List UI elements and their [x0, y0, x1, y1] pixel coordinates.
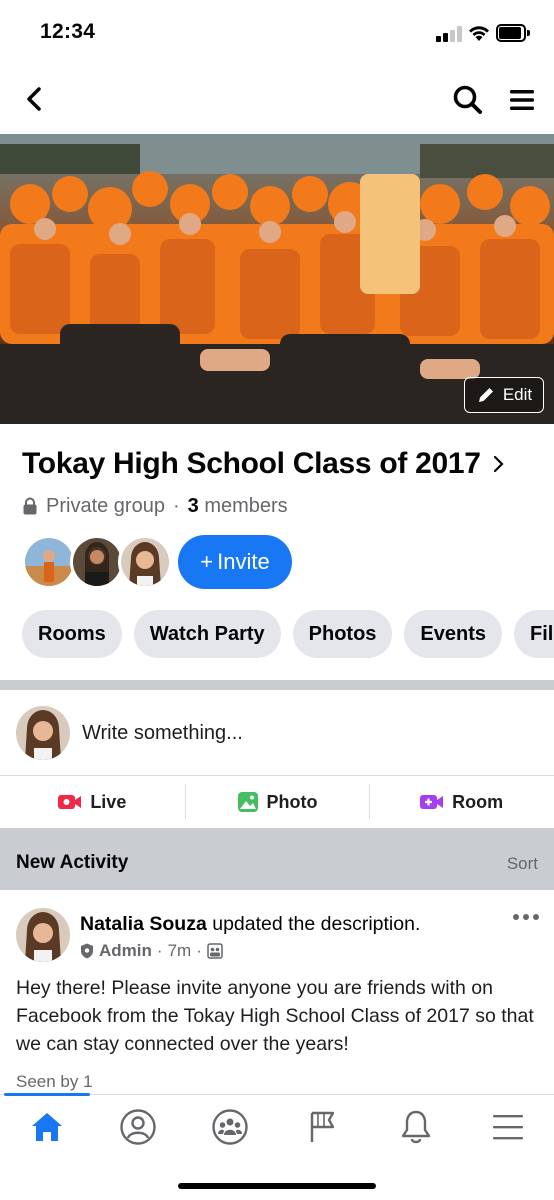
admin-shield-icon	[81, 943, 93, 959]
notifications-bell-icon	[401, 1110, 431, 1144]
post-role: Admin	[99, 941, 152, 960]
tab-home[interactable]	[27, 1107, 67, 1147]
group-audience-icon	[207, 943, 223, 959]
member-count-link[interactable]: 3 members	[188, 495, 288, 518]
chip-rooms[interactable]: Rooms	[22, 610, 122, 658]
group-meta: Private group · 3 members	[22, 493, 288, 519]
post-body: Hey there! Please invite anyone you are …	[16, 977, 534, 1055]
group-cover-photo[interactable]: Edit	[0, 134, 554, 424]
tab-menu[interactable]	[488, 1107, 528, 1147]
search-icon[interactable]	[452, 84, 484, 116]
home-icon	[32, 1113, 62, 1141]
group-title: Tokay High School Class of 2017	[22, 447, 481, 480]
group-sections-chips: Rooms Watch Party Photos Events Files	[22, 610, 554, 658]
feed-post: Natalia Souza updated the description. A…	[0, 890, 554, 1094]
post-composer[interactable]: Write something...	[0, 690, 554, 776]
members-label: members	[204, 494, 288, 517]
room-button[interactable]: Room	[369, 776, 554, 828]
photo-label: Photo	[266, 791, 318, 812]
member-count: 3	[187, 494, 199, 517]
live-label: Live	[90, 791, 127, 812]
meta-separator: ·	[172, 494, 180, 517]
room-label: Room	[452, 791, 504, 812]
invite-button[interactable]: + Invite	[178, 535, 292, 589]
avatar[interactable]	[16, 908, 70, 962]
section-divider	[0, 680, 554, 690]
post-meta-separator: ·	[196, 941, 202, 960]
avatar[interactable]	[22, 535, 76, 589]
tab-pages[interactable]	[302, 1107, 342, 1147]
pages-flag-icon	[310, 1111, 335, 1142]
composer-placeholder[interactable]: Write something...	[82, 722, 243, 745]
active-tab-indicator	[4, 1093, 90, 1096]
photo-button[interactable]: Photo	[184, 776, 370, 828]
seen-by-link[interactable]: Seen by 1	[16, 1072, 93, 1092]
edit-cover-label: Edit	[502, 385, 533, 404]
profile-icon	[120, 1109, 156, 1145]
tab-groups[interactable]	[210, 1107, 250, 1147]
group-title-link[interactable]: Tokay High School Class of 2017	[22, 444, 542, 484]
menu-icon[interactable]	[508, 86, 536, 114]
top-nav-bar	[0, 66, 554, 134]
activity-title: New Activity	[16, 852, 129, 873]
post-action-text: updated the description.	[212, 913, 421, 935]
tab-notifications[interactable]	[396, 1107, 436, 1147]
post-time[interactable]: 7m	[168, 941, 192, 961]
chevron-right-icon	[493, 455, 504, 473]
cellular-signal-icon	[436, 26, 462, 42]
bottom-tab-bar	[0, 1093, 554, 1200]
post-headline: Natalia Souza updated the description.	[80, 913, 420, 936]
avatar[interactable]	[118, 535, 172, 589]
groups-icon	[212, 1109, 248, 1145]
chip-photos[interactable]: Photos	[292, 610, 393, 658]
privacy-label: Private group	[46, 494, 165, 517]
menu-icon	[493, 1115, 523, 1140]
live-video-icon	[58, 795, 82, 809]
plus-icon: +	[200, 549, 214, 574]
invite-label: Invite	[217, 549, 270, 574]
members-row: + Invite	[22, 534, 292, 590]
chip-watch-party[interactable]: Watch Party	[133, 610, 281, 658]
chip-files[interactable]: Files	[514, 610, 554, 658]
avatar	[16, 706, 70, 760]
avatar[interactable]	[70, 535, 124, 589]
home-indicator	[178, 1183, 376, 1189]
post-meta-separator: ·	[156, 941, 163, 960]
composer-actions: Live Photo Room	[0, 776, 554, 828]
sort-button[interactable]: Sort	[507, 854, 538, 874]
chip-events[interactable]: Events	[404, 610, 503, 658]
photo-icon	[237, 792, 258, 812]
activity-header: New Activity Sort	[0, 828, 554, 890]
post-author[interactable]: Natalia Souza	[80, 913, 207, 935]
live-button[interactable]: Live	[0, 776, 185, 828]
lock-icon	[23, 497, 37, 515]
battery-icon	[496, 24, 530, 42]
room-video-plus-icon	[420, 795, 444, 809]
wifi-icon	[469, 26, 489, 41]
edit-cover-button[interactable]: Edit	[464, 377, 544, 413]
post-meta: Admin · 7m ·	[80, 941, 223, 961]
status-bar: 12:34	[0, 0, 554, 66]
tab-profile[interactable]	[118, 1107, 158, 1147]
pencil-icon	[478, 388, 493, 402]
more-options-icon[interactable]	[512, 912, 540, 922]
back-chevron-icon[interactable]	[20, 84, 50, 114]
status-time: 12:34	[40, 20, 96, 43]
